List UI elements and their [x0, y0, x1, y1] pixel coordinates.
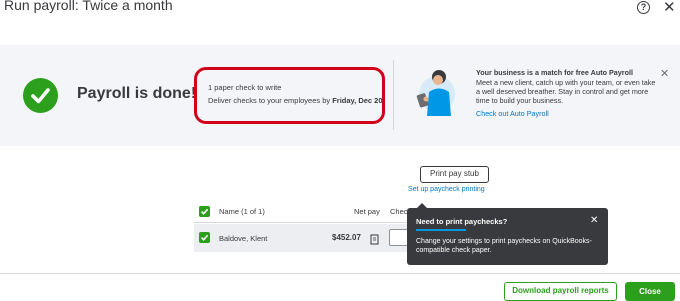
help-icon[interactable]: ? [637, 1, 650, 14]
banner-divider [393, 60, 394, 130]
promo-illustration-icon [413, 68, 458, 116]
promo-close-icon[interactable]: ✕ [660, 67, 669, 80]
promo-title: Your business is a match for free Auto P… [476, 68, 633, 77]
promo-body: Meet a new client, catch up with your te… [476, 78, 656, 105]
tooltip-title: Need to print paychecks? [416, 217, 508, 226]
column-header-net-pay: Net pay [354, 207, 380, 216]
select-all-checkbox[interactable] [199, 206, 210, 217]
tooltip-accent-bar [416, 229, 466, 231]
paper-check-desc: Deliver checks to your employees by Frid… [208, 96, 385, 105]
paystub-edit-icon[interactable] [370, 232, 380, 245]
window-title: Run payroll: Twice a month [4, 0, 173, 13]
spacer [0, 20, 680, 45]
paper-check-title: 1 paper check to write [208, 83, 282, 92]
close-button[interactable]: Close [625, 282, 675, 301]
column-header-check: Chec [390, 207, 408, 216]
employee-name: Baldove, Klent [219, 234, 268, 243]
close-icon[interactable]: ✕ [663, 0, 676, 16]
tooltip-body: Change your settings to print paychecks … [416, 238, 592, 254]
print-pay-stub-button[interactable]: Print pay stub [420, 166, 489, 183]
payroll-done-title: Payroll is done! [77, 85, 197, 102]
footer-divider [0, 273, 680, 274]
download-reports-button[interactable]: Download payroll reports [504, 282, 617, 301]
setup-printing-link[interactable]: Set up paycheck printing [408, 186, 485, 193]
success-check-icon [23, 78, 58, 113]
net-pay-amount: $452.07 [332, 233, 361, 242]
tooltip-close-icon[interactable]: ✕ [590, 215, 598, 226]
row-checkbox[interactable] [199, 232, 210, 243]
auto-payroll-link[interactable]: Check out Auto Payroll [476, 109, 549, 118]
column-header-name: Name (1 of 1) [219, 207, 265, 216]
